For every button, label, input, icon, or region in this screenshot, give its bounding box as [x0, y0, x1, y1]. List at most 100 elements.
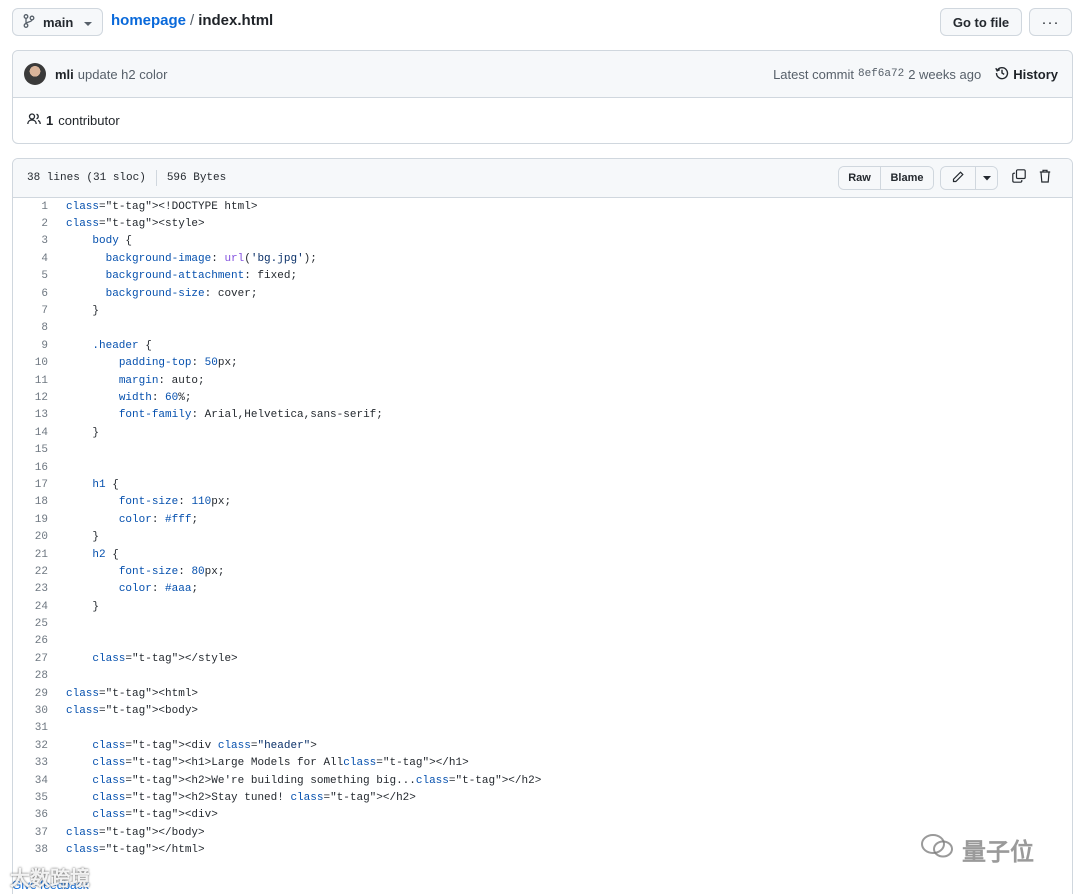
code-line: 13 font-family: Arial,Helvetica,sans-ser… [13, 407, 1072, 424]
line-source: margin: auto; [118, 374, 205, 387]
code-line: 19 color: #fff; [13, 511, 1072, 528]
line-number[interactable]: 28 [13, 670, 48, 682]
line-number[interactable]: 1 [13, 201, 48, 213]
line-number[interactable]: 5 [13, 270, 48, 282]
line-source: } [66, 531, 100, 544]
line-number[interactable]: 15 [13, 444, 48, 456]
line-source: class="t-tag"><!DOCTYPE html> [66, 200, 258, 213]
go-to-file-button[interactable]: Go to file [940, 8, 1022, 36]
code-line: 37 class="t-tag"></body> [13, 824, 1072, 841]
code-line: 29 class="t-tag"><html> [13, 685, 1072, 702]
avatar[interactable] [24, 63, 46, 85]
line-number[interactable]: 25 [13, 618, 48, 630]
code-line: 15 [13, 441, 1072, 458]
branch-selector[interactable]: main [12, 8, 103, 36]
code-line: 1 class="t-tag"><!DOCTYPE html> [13, 198, 1072, 215]
commit-message[interactable]: update h2 color [78, 67, 168, 82]
line-source: background-size: cover; [105, 287, 258, 300]
copy-button[interactable] [1006, 166, 1032, 190]
line-source: font-family: Arial,Helvetica,sans-serif; [118, 409, 383, 422]
code-line: 31 [13, 720, 1072, 737]
line-number[interactable]: 9 [13, 340, 48, 352]
watermark-right-text: 量子位 [962, 839, 1034, 866]
line-number[interactable]: 24 [13, 601, 48, 613]
blame-button[interactable]: Blame [880, 167, 933, 189]
commit-author[interactable]: mli [55, 67, 74, 82]
code-line: 9 .header { [13, 337, 1072, 354]
breadcrumb-separator: / [190, 12, 195, 29]
contributors-row[interactable]: 1 contributor [13, 98, 1072, 143]
history-icon [995, 66, 1009, 83]
watermark-left: 大数跨境 [10, 868, 90, 890]
code-line: 4 background-image: url('bg.jpg'); [13, 250, 1072, 267]
line-source: background-attachment: fixed; [105, 270, 298, 283]
line-number[interactable]: 38 [13, 844, 48, 856]
line-number[interactable]: 20 [13, 531, 48, 543]
line-number[interactable]: 17 [13, 479, 48, 491]
line-number[interactable]: 6 [13, 288, 48, 300]
line-number[interactable]: 29 [13, 688, 48, 700]
line-source: h2 { [92, 548, 119, 561]
line-number[interactable]: 7 [13, 305, 48, 317]
line-number[interactable]: 34 [13, 775, 48, 787]
line-number[interactable]: 14 [13, 427, 48, 439]
line-number[interactable]: 4 [13, 253, 48, 265]
watermark-right: 量子位 [920, 832, 1034, 867]
code-line: 24 } [13, 598, 1072, 615]
line-number[interactable]: 30 [13, 705, 48, 717]
code-line: 33 class="t-tag"><h1>Large Models for Al… [13, 755, 1072, 772]
line-number[interactable]: 11 [13, 375, 48, 387]
line-number[interactable]: 27 [13, 653, 48, 665]
code-line: 21 h2 { [13, 546, 1072, 563]
breadcrumb-repo-link[interactable]: homepage [111, 12, 186, 29]
line-number[interactable]: 23 [13, 583, 48, 595]
edit-dropdown-button[interactable] [975, 167, 997, 189]
code-line: 27 class="t-tag"></style> [13, 650, 1072, 667]
edit-button[interactable] [941, 167, 975, 189]
line-number[interactable]: 33 [13, 757, 48, 769]
commit-sha[interactable]: 8ef6a72 [858, 68, 904, 80]
line-number[interactable]: 35 [13, 792, 48, 804]
line-number[interactable]: 36 [13, 809, 48, 821]
line-number[interactable]: 16 [13, 462, 48, 474]
delete-button[interactable] [1032, 166, 1058, 190]
breadcrumb: homepage / index.html [111, 12, 273, 29]
line-number[interactable]: 13 [13, 409, 48, 421]
triangle-down-icon [982, 172, 991, 184]
code-line: 6 background-size: cover; [13, 285, 1072, 302]
code-line: 16 [13, 459, 1072, 476]
raw-button[interactable]: Raw [839, 167, 880, 189]
file-lines-info: 38 lines (31 sloc) [27, 172, 146, 184]
line-source: } [66, 426, 100, 439]
history-link[interactable]: History [995, 66, 1058, 83]
line-number[interactable]: 32 [13, 740, 48, 752]
breadcrumb-file: index.html [198, 12, 274, 29]
line-number[interactable]: 26 [13, 635, 48, 647]
code-line: 17 h1 { [13, 476, 1072, 493]
header-divider [155, 170, 157, 186]
file-size: 596 Bytes [166, 172, 227, 184]
line-number[interactable]: 31 [13, 722, 48, 734]
code-line: 28 [13, 668, 1072, 685]
code-line: 10 padding-top: 50px; [13, 355, 1072, 372]
line-number[interactable]: 22 [13, 566, 48, 578]
line-number[interactable]: 21 [13, 549, 48, 561]
line-number[interactable]: 3 [13, 235, 48, 247]
line-number[interactable]: 2 [13, 218, 48, 230]
raw-blame-group: Raw Blame [838, 166, 934, 190]
line-number[interactable]: 37 [13, 827, 48, 839]
code-line: 26 [13, 633, 1072, 650]
code-line: 25 [13, 615, 1072, 632]
line-number[interactable]: 12 [13, 392, 48, 404]
trash-icon [1039, 169, 1051, 187]
line-number[interactable]: 10 [13, 357, 48, 369]
line-source: color: #fff; [118, 513, 199, 526]
more-options-button[interactable]: ··· [1029, 8, 1072, 36]
code-line: 35 class="t-tag"><h2>Stay tuned! class="… [13, 789, 1072, 806]
line-number[interactable]: 19 [13, 514, 48, 526]
line-number[interactable]: 8 [13, 322, 48, 334]
contributors-count: 1 [46, 113, 54, 128]
line-number[interactable]: 18 [13, 496, 48, 508]
code-line: 8 [13, 320, 1072, 337]
file-viewer: 38 lines (31 sloc) 596 Bytes Raw Blame 1… [12, 158, 1073, 894]
